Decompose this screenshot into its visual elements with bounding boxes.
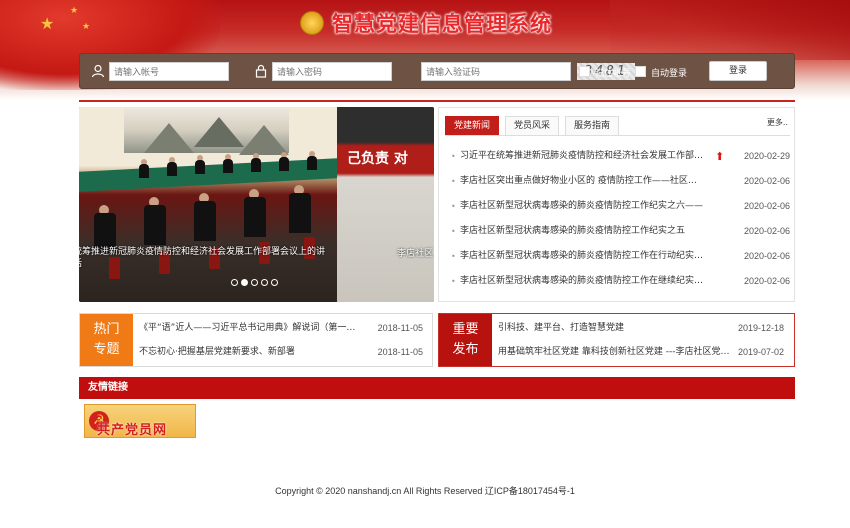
release-title[interactable]: 引科技、建平台、打造智慧党建 <box>498 315 733 341</box>
news-title[interactable]: 李店社区新型冠状病毒感染的肺炎疫情防控工作在行动纪实之四 <box>460 244 705 269</box>
news-date: 2020-02-06 <box>743 176 790 186</box>
carousel-dots <box>231 279 278 286</box>
bullet-icon: • <box>451 202 456 211</box>
news-item[interactable]: • 李店社区新型冠状病毒感染的肺炎疫情防控工作纪实之五 2020-02-06 <box>447 219 790 244</box>
news-item[interactable]: • 李店社区新型冠状病毒感染的肺炎疫情防控工作在行动纪实之四 2020-02-06 <box>447 244 790 269</box>
news-date: 2020-02-06 <box>743 251 790 261</box>
bullet-icon: • <box>451 227 456 236</box>
divider <box>79 100 795 102</box>
auto-login-checkbox[interactable] <box>635 66 646 77</box>
login-button[interactable]: 登录 <box>709 61 767 81</box>
hot-topics-label-line: 专题 <box>93 342 120 357</box>
topic-title[interactable]: 不忘初心·把握基层党建新要求、新部署 <box>139 339 364 365</box>
header-banner: ★ ★ ★ 智慧党建信息管理系统 3481 记住帐号 自动登录 登录 <box>0 0 850 100</box>
bullet-icon: • <box>451 277 456 286</box>
tab-2[interactable]: 服务指南 <box>565 116 620 136</box>
user-icon <box>91 64 105 78</box>
link-logo-text: 共产党员网 <box>97 423 168 438</box>
bullet-icon: • <box>451 152 456 161</box>
news-title[interactable]: 李店社区新型冠状病毒感染的肺炎疫情防控工作在继续纪实之三 <box>460 269 705 294</box>
carousel-slide[interactable] <box>337 107 434 302</box>
remember-account-checkbox[interactable] <box>579 66 590 77</box>
hot-arrow-icon: ⬆ <box>715 150 725 163</box>
hot-topics-label: 热门 专题 <box>80 314 133 366</box>
list-item[interactable]: 不忘初心·把握基层党建新要求、新部署 2018-11-05 <box>139 339 423 365</box>
tab-1[interactable]: 党员风采 <box>505 116 560 136</box>
topic-title[interactable]: 《平“语”近人——习近平总书记用典》解说词（第一集） <box>139 315 364 341</box>
divider <box>445 135 790 136</box>
slide-banner-text: 己负责 对 <box>347 151 408 167</box>
list-item[interactable]: 用基础筑牢社区党建 靠科技创新社区党建 ---李店社区党建工作 2019-07-… <box>498 339 784 365</box>
carousel-dot[interactable] <box>241 279 248 286</box>
news-list: • 习近平在统筹推进新冠肺炎疫情防控和经济社会发展工作部署会议上的讲话 ⬆ 2020-… <box>447 144 790 294</box>
news-item[interactable]: • 李店社区新型冠状病毒感染的肺炎疫情防控工作纪实之六—— 2020-02-06 <box>447 194 790 219</box>
news-title[interactable]: 李店社区突出重点做好物业小区的 疫情防控工作——社区工作纪实 <box>460 169 705 194</box>
news-item[interactable]: • 习近平在统筹推进新冠肺炎疫情防控和经济社会发展工作部署会议上的讲话 ⬆ 2020-… <box>447 144 790 169</box>
party-emblem-icon <box>300 11 324 35</box>
bullet-icon: • <box>451 177 456 186</box>
topic-date: 2018-11-05 <box>377 323 423 333</box>
hot-topics-box: 热门 专题 《平“语”近人——习近平总书记用典》解说词（第一集） 2018-11… <box>79 313 433 367</box>
footer-copyright: Copyright © 2020 nanshandj.cn All Rights… <box>275 486 575 496</box>
hot-topics-label-line: 热门 <box>93 322 120 337</box>
news-date: 2020-02-06 <box>743 201 790 211</box>
list-item[interactable]: 引科技、建平台、打造智慧党建 2019-12-18 <box>498 315 784 341</box>
news-title[interactable]: 习近平在统筹推进新冠肺炎疫情防控和经济社会发展工作部署会议上的讲话 <box>460 144 705 169</box>
account-input[interactable] <box>109 62 229 81</box>
more-link[interactable]: 更多.. <box>767 117 788 128</box>
captcha-input[interactable] <box>421 62 571 81</box>
friend-links-heading: 友情链接 <box>79 377 795 399</box>
carousel-dot[interactable] <box>231 279 238 286</box>
news-item[interactable]: • 李店社区新型冠状病毒感染的肺炎疫情防控工作在继续纪实之三 2020-02-06 <box>447 269 790 294</box>
topic-date: 2018-11-05 <box>377 347 423 357</box>
release-title[interactable]: 用基础筑牢社区党建 靠科技创新社区党建 ---李店社区党建工作 <box>498 339 733 365</box>
slide-caption[interactable]: 李店社区 <box>397 246 433 259</box>
news-title[interactable]: 李店社区新型冠状病毒感染的肺炎疫情防控工作纪实之五 <box>460 219 705 244</box>
news-date: 2020-02-29 <box>743 151 790 161</box>
important-releases-label: 重要 发布 <box>439 314 492 366</box>
star-icon: ★ <box>70 6 79 16</box>
party-member-site-link[interactable]: ☭ 共产党员网 <box>84 404 196 438</box>
news-date: 2020-02-06 <box>743 276 790 286</box>
news-title[interactable]: 李店社区新型冠状病毒感染的肺炎疫情防控工作纪实之六—— <box>460 194 705 219</box>
release-date: 2019-07-02 <box>737 347 784 357</box>
carousel-dot[interactable] <box>261 279 268 286</box>
news-date: 2020-02-06 <box>743 226 790 236</box>
remember-account-label: 记住帐号 <box>595 69 632 79</box>
carousel-slide[interactable] <box>79 107 337 302</box>
banner-decoration <box>610 0 850 60</box>
slide-caption[interactable]: 统筹推进新冠肺炎疫情防控和经济社会发展工作部署会议上的讲话 <box>79 246 333 270</box>
carousel-dot[interactable] <box>251 279 258 286</box>
landscape-painting <box>124 107 289 155</box>
news-item[interactable]: • 李店社区突出重点做好物业小区的 疫情防控工作——社区工作纪实 2020-02-0… <box>447 169 790 194</box>
news-panel: 党建新闻 党员风采 服务指南 更多.. • 习近平在统筹推进新冠肺炎疫情防控和经济社会… <box>438 107 795 302</box>
star-icon: ★ <box>40 14 55 33</box>
list-item[interactable]: 《平“语”近人——习近平总书记用典》解说词（第一集） 2018-11-05 <box>139 315 423 341</box>
image-carousel[interactable]: 己负责 对 统筹推进新冠肺炎疫情防控和经济社会发展工作部署会议上的讲话 李店社区 <box>79 107 434 302</box>
important-releases-box: 重要 发布 引科技、建平台、打造智慧党建 2019-12-18 用基础筑牢社区党… <box>438 313 795 367</box>
releases-label-line: 发布 <box>452 342 479 357</box>
site-header: 智慧党建信息管理系统 <box>300 8 552 38</box>
tab-0[interactable]: 党建新闻 <box>445 116 500 136</box>
carousel-dot[interactable] <box>271 279 278 286</box>
news-tabs: 党建新闻 党员风采 服务指南 <box>445 116 620 136</box>
password-input[interactable] <box>272 62 392 81</box>
login-bar: 3481 记住帐号 自动登录 登录 <box>79 53 795 89</box>
star-icon: ★ <box>82 22 91 32</box>
site-title: 智慧党建信息管理系统 <box>332 11 552 36</box>
bullet-icon: • <box>451 252 456 261</box>
release-date: 2019-12-18 <box>737 323 784 333</box>
auto-login-label: 自动登录 <box>651 69 688 79</box>
lock-icon <box>255 64 267 78</box>
releases-label-line: 重要 <box>452 322 479 337</box>
